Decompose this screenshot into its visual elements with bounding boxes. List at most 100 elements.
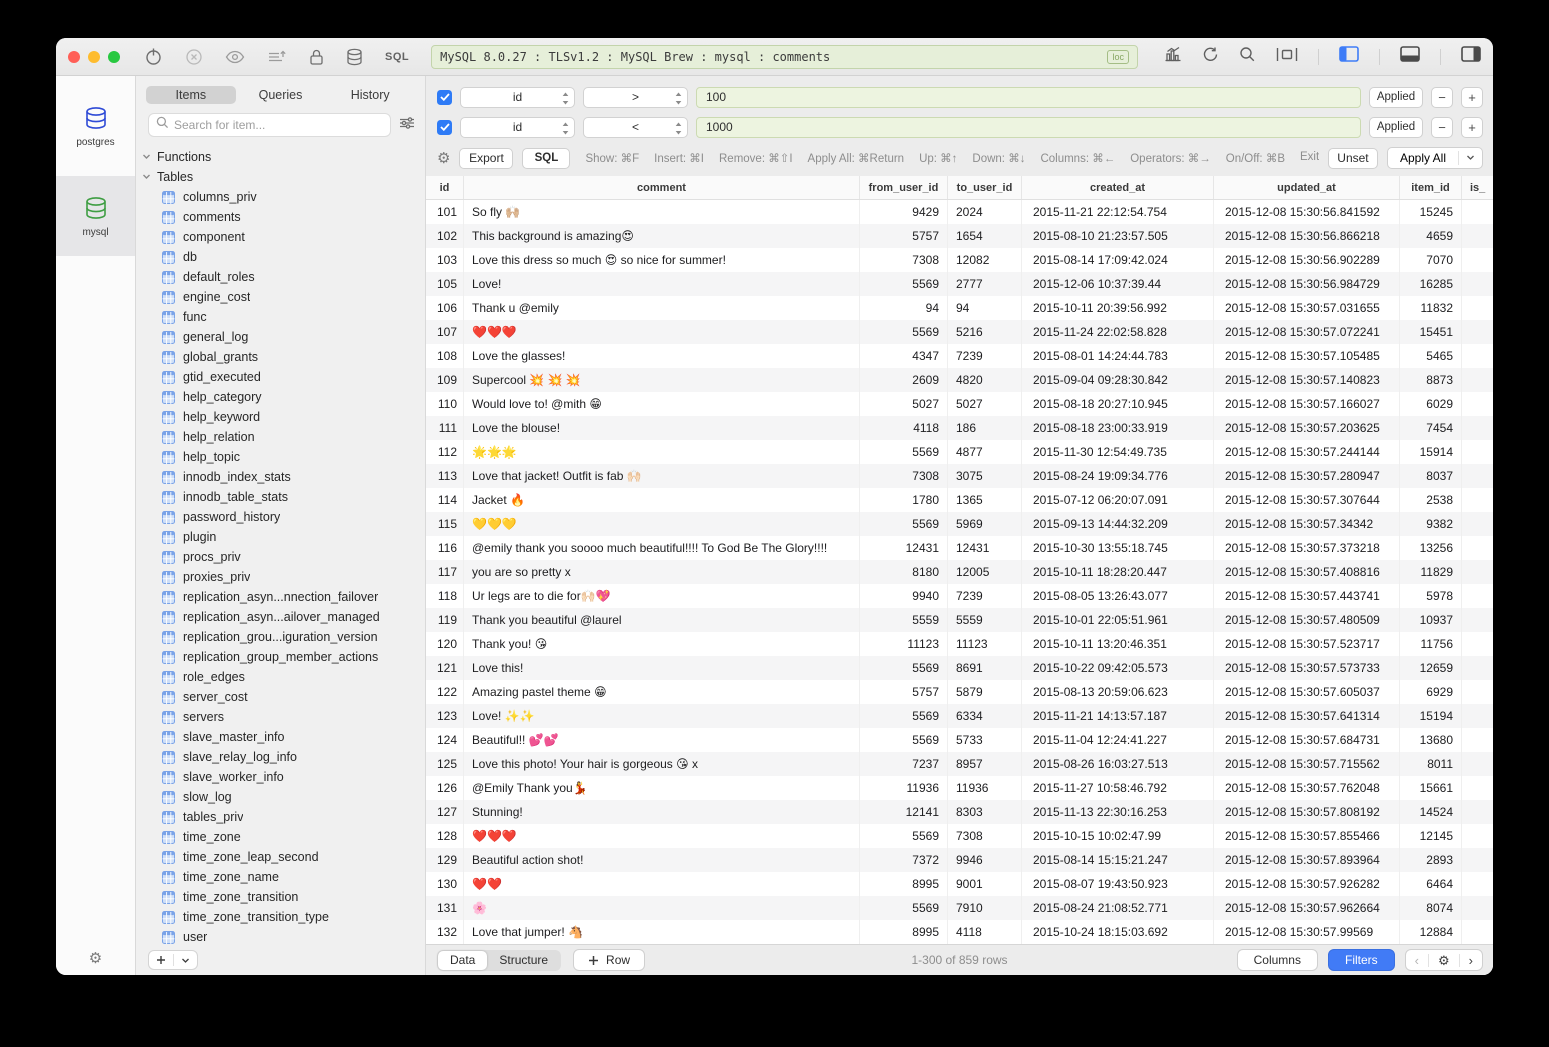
sidebar-table-item[interactable]: procs_priv bbox=[142, 547, 425, 567]
cell-id[interactable]: 128 bbox=[426, 824, 464, 848]
add-filter-button[interactable]: + bbox=[1461, 117, 1483, 138]
cell-is[interactable] bbox=[1462, 656, 1493, 680]
table-row[interactable]: 120 Thank you! 😘 11123 11123 2015-10-11 … bbox=[426, 632, 1493, 656]
cell-from-user-id[interactable]: 5559 bbox=[860, 608, 948, 632]
cell-to-user-id[interactable]: 7239 bbox=[948, 344, 1022, 368]
sidebar-table-item[interactable]: global_grants bbox=[142, 347, 425, 367]
cell-item-id[interactable]: 11832 bbox=[1400, 296, 1462, 320]
cell-updated-at[interactable]: 2015-12-08 15:30:57.443741 bbox=[1214, 584, 1400, 608]
cell-to-user-id[interactable]: 4877 bbox=[948, 440, 1022, 464]
cell-to-user-id[interactable]: 8957 bbox=[948, 752, 1022, 776]
toggle-left-panel-icon[interactable] bbox=[1339, 46, 1359, 67]
cell-comment[interactable]: 🌸 bbox=[464, 896, 860, 920]
sidebar-table-item[interactable]: time_zone_transition bbox=[142, 887, 425, 907]
cell-comment[interactable]: Love this dress so much 😍 so nice for su… bbox=[464, 248, 860, 272]
cell-comment[interactable]: Beautiful action shot! bbox=[464, 848, 860, 872]
table-row[interactable]: 123 Love! ✨✨ 5569 6334 2015-11-21 14:13:… bbox=[426, 704, 1493, 728]
cell-id[interactable]: 129 bbox=[426, 848, 464, 872]
cell-from-user-id[interactable]: 11123 bbox=[860, 632, 948, 656]
cell-to-user-id[interactable]: 5733 bbox=[948, 728, 1022, 752]
cell-created-at[interactable]: 2015-08-14 15:15:21.247 bbox=[1022, 848, 1214, 872]
cell-updated-at[interactable]: 2015-12-08 15:30:57.893964 bbox=[1214, 848, 1400, 872]
cell-updated-at[interactable]: 2015-12-08 15:30:56.984729 bbox=[1214, 272, 1400, 296]
table-row[interactable]: 117 you are so pretty x 8180 12005 2015-… bbox=[426, 560, 1493, 584]
sidebar-table-item[interactable]: innodb_index_stats bbox=[142, 467, 425, 487]
cell-id[interactable]: 114 bbox=[426, 488, 464, 512]
cell-item-id[interactable]: 5978 bbox=[1400, 584, 1462, 608]
cell-updated-at[interactable]: 2015-12-08 15:30:57.34342 bbox=[1214, 512, 1400, 536]
sidebar-table-item[interactable]: help_topic bbox=[142, 447, 425, 467]
cell-item-id[interactable]: 13256 bbox=[1400, 536, 1462, 560]
cell-item-id[interactable]: 6029 bbox=[1400, 392, 1462, 416]
cell-to-user-id[interactable]: 1365 bbox=[948, 488, 1022, 512]
cell-created-at[interactable]: 2015-08-24 21:08:52.771 bbox=[1022, 896, 1214, 920]
cell-is[interactable] bbox=[1462, 344, 1493, 368]
sidebar-table-item[interactable]: columns_priv bbox=[142, 187, 425, 207]
apply-all-button[interactable]: Apply All bbox=[1388, 151, 1458, 165]
cell-comment[interactable]: Stunning! bbox=[464, 800, 860, 824]
cell-id[interactable]: 127 bbox=[426, 800, 464, 824]
cell-id[interactable]: 102 bbox=[426, 224, 464, 248]
cell-to-user-id[interactable]: 7239 bbox=[948, 584, 1022, 608]
cell-to-user-id[interactable]: 5027 bbox=[948, 392, 1022, 416]
cell-from-user-id[interactable]: 5569 bbox=[860, 704, 948, 728]
export-button[interactable]: Export bbox=[459, 148, 513, 169]
cell-created-at[interactable]: 2015-10-11 13:20:46.351 bbox=[1022, 632, 1214, 656]
item-search-box[interactable] bbox=[148, 113, 391, 137]
tree-group-tables[interactable]: Tables bbox=[142, 167, 425, 187]
table-row[interactable]: 115 💛💛💛 5569 5969 2015-09-13 14:44:32.20… bbox=[426, 512, 1493, 536]
cell-to-user-id[interactable]: 5559 bbox=[948, 608, 1022, 632]
cell-updated-at[interactable]: 2015-12-08 15:30:57.105485 bbox=[1214, 344, 1400, 368]
sidebar-table-item[interactable]: slave_relay_log_info bbox=[142, 747, 425, 767]
table-row[interactable]: 119 Thank you beautiful @laurel 5559 555… bbox=[426, 608, 1493, 632]
cell-from-user-id[interactable]: 8995 bbox=[860, 920, 948, 944]
cell-created-at[interactable]: 2015-08-18 20:27:10.945 bbox=[1022, 392, 1214, 416]
cell-created-at[interactable]: 2015-08-10 21:23:57.505 bbox=[1022, 224, 1214, 248]
cell-from-user-id[interactable]: 5569 bbox=[860, 320, 948, 344]
column-header-updated-at[interactable]: updated_at bbox=[1214, 176, 1400, 199]
table-row[interactable]: 113 Love that jacket! Outfit is fab 🙌🏻 7… bbox=[426, 464, 1493, 488]
database-icon[interactable] bbox=[346, 48, 363, 66]
cell-comment[interactable]: Thank you! 😘 bbox=[464, 632, 860, 656]
cell-from-user-id[interactable]: 7372 bbox=[860, 848, 948, 872]
tree-group-functions[interactable]: Functions bbox=[142, 147, 425, 167]
cell-comment[interactable]: Thank you beautiful @laurel bbox=[464, 608, 860, 632]
cell-updated-at[interactable]: 2015-12-08 15:30:57.715562 bbox=[1214, 752, 1400, 776]
cell-created-at[interactable]: 2015-11-21 14:13:57.187 bbox=[1022, 704, 1214, 728]
connect-icon[interactable] bbox=[144, 47, 163, 66]
sidebar-table-item[interactable]: default_roles bbox=[142, 267, 425, 287]
sidebar-table-item[interactable]: engine_cost bbox=[142, 287, 425, 307]
cell-id[interactable]: 105 bbox=[426, 272, 464, 296]
cell-created-at[interactable]: 2015-11-21 22:12:54.754 bbox=[1022, 200, 1214, 224]
cell-item-id[interactable]: 11756 bbox=[1400, 632, 1462, 656]
refresh-icon[interactable] bbox=[1202, 46, 1219, 68]
cell-id[interactable]: 124 bbox=[426, 728, 464, 752]
cell-item-id[interactable]: 13680 bbox=[1400, 728, 1462, 752]
cell-updated-at[interactable]: 2015-12-08 15:30:57.072241 bbox=[1214, 320, 1400, 344]
table-row[interactable]: 105 Love! 5569 2777 2015-12-06 10:37:39.… bbox=[426, 272, 1493, 296]
cell-created-at[interactable]: 2015-08-13 20:59:06.623 bbox=[1022, 680, 1214, 704]
column-header-is[interactable]: is_ bbox=[1462, 176, 1493, 199]
sidebar-table-item[interactable]: tables_priv bbox=[142, 807, 425, 827]
cell-id[interactable]: 125 bbox=[426, 752, 464, 776]
connection-postgres[interactable]: postgres bbox=[56, 86, 135, 166]
cell-to-user-id[interactable]: 12082 bbox=[948, 248, 1022, 272]
cell-comment[interactable]: @Emily Thank you💃 bbox=[464, 776, 860, 800]
cell-item-id[interactable]: 2538 bbox=[1400, 488, 1462, 512]
cell-created-at[interactable]: 2015-08-24 19:09:34.776 bbox=[1022, 464, 1214, 488]
add-item-dropdown-chevron[interactable] bbox=[174, 956, 197, 965]
cell-from-user-id[interactable]: 5757 bbox=[860, 680, 948, 704]
cell-created-at[interactable]: 2015-10-22 09:42:05.573 bbox=[1022, 656, 1214, 680]
sidebar-table-item[interactable]: slave_master_info bbox=[142, 727, 425, 747]
cell-item-id[interactable]: 2893 bbox=[1400, 848, 1462, 872]
column-header-item-id[interactable]: item_id bbox=[1400, 176, 1462, 199]
cell-from-user-id[interactable]: 7308 bbox=[860, 464, 948, 488]
cell-id[interactable]: 122 bbox=[426, 680, 464, 704]
cell-updated-at[interactable]: 2015-12-08 15:30:57.605037 bbox=[1214, 680, 1400, 704]
filter-column-select[interactable]: id bbox=[460, 87, 575, 108]
table-row[interactable]: 109 Supercool 💥 💥 💥 2609 4820 2015-09-04… bbox=[426, 368, 1493, 392]
cell-item-id[interactable]: 6464 bbox=[1400, 872, 1462, 896]
cell-is[interactable] bbox=[1462, 632, 1493, 656]
sidebar-table-item[interactable]: time_zone_name bbox=[142, 867, 425, 887]
cell-comment[interactable]: Beautiful!! 💕💕 bbox=[464, 728, 860, 752]
